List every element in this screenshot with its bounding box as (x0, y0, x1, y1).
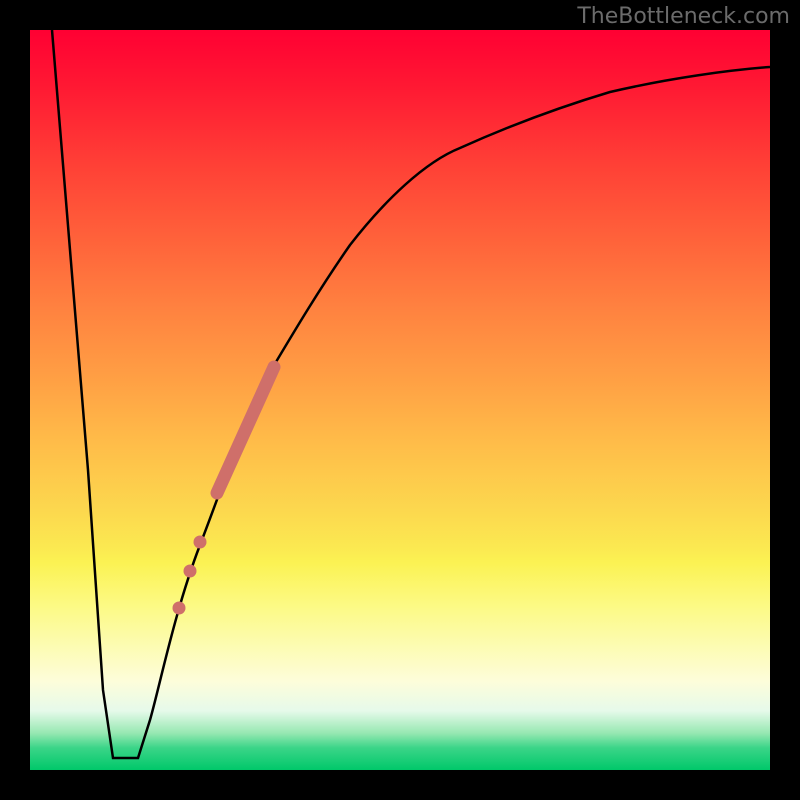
plot-area (30, 30, 770, 770)
bottleneck-curve (30, 30, 770, 770)
highlight-segment (217, 367, 274, 493)
highlight-dot (194, 536, 207, 549)
highlight-layer (30, 30, 770, 770)
chart-frame: TheBottleneck.com (0, 0, 800, 800)
curve-path (52, 30, 770, 758)
highlight-dot (184, 565, 197, 578)
attribution-text: TheBottleneck.com (577, 4, 790, 29)
highlight-dot (173, 602, 186, 615)
